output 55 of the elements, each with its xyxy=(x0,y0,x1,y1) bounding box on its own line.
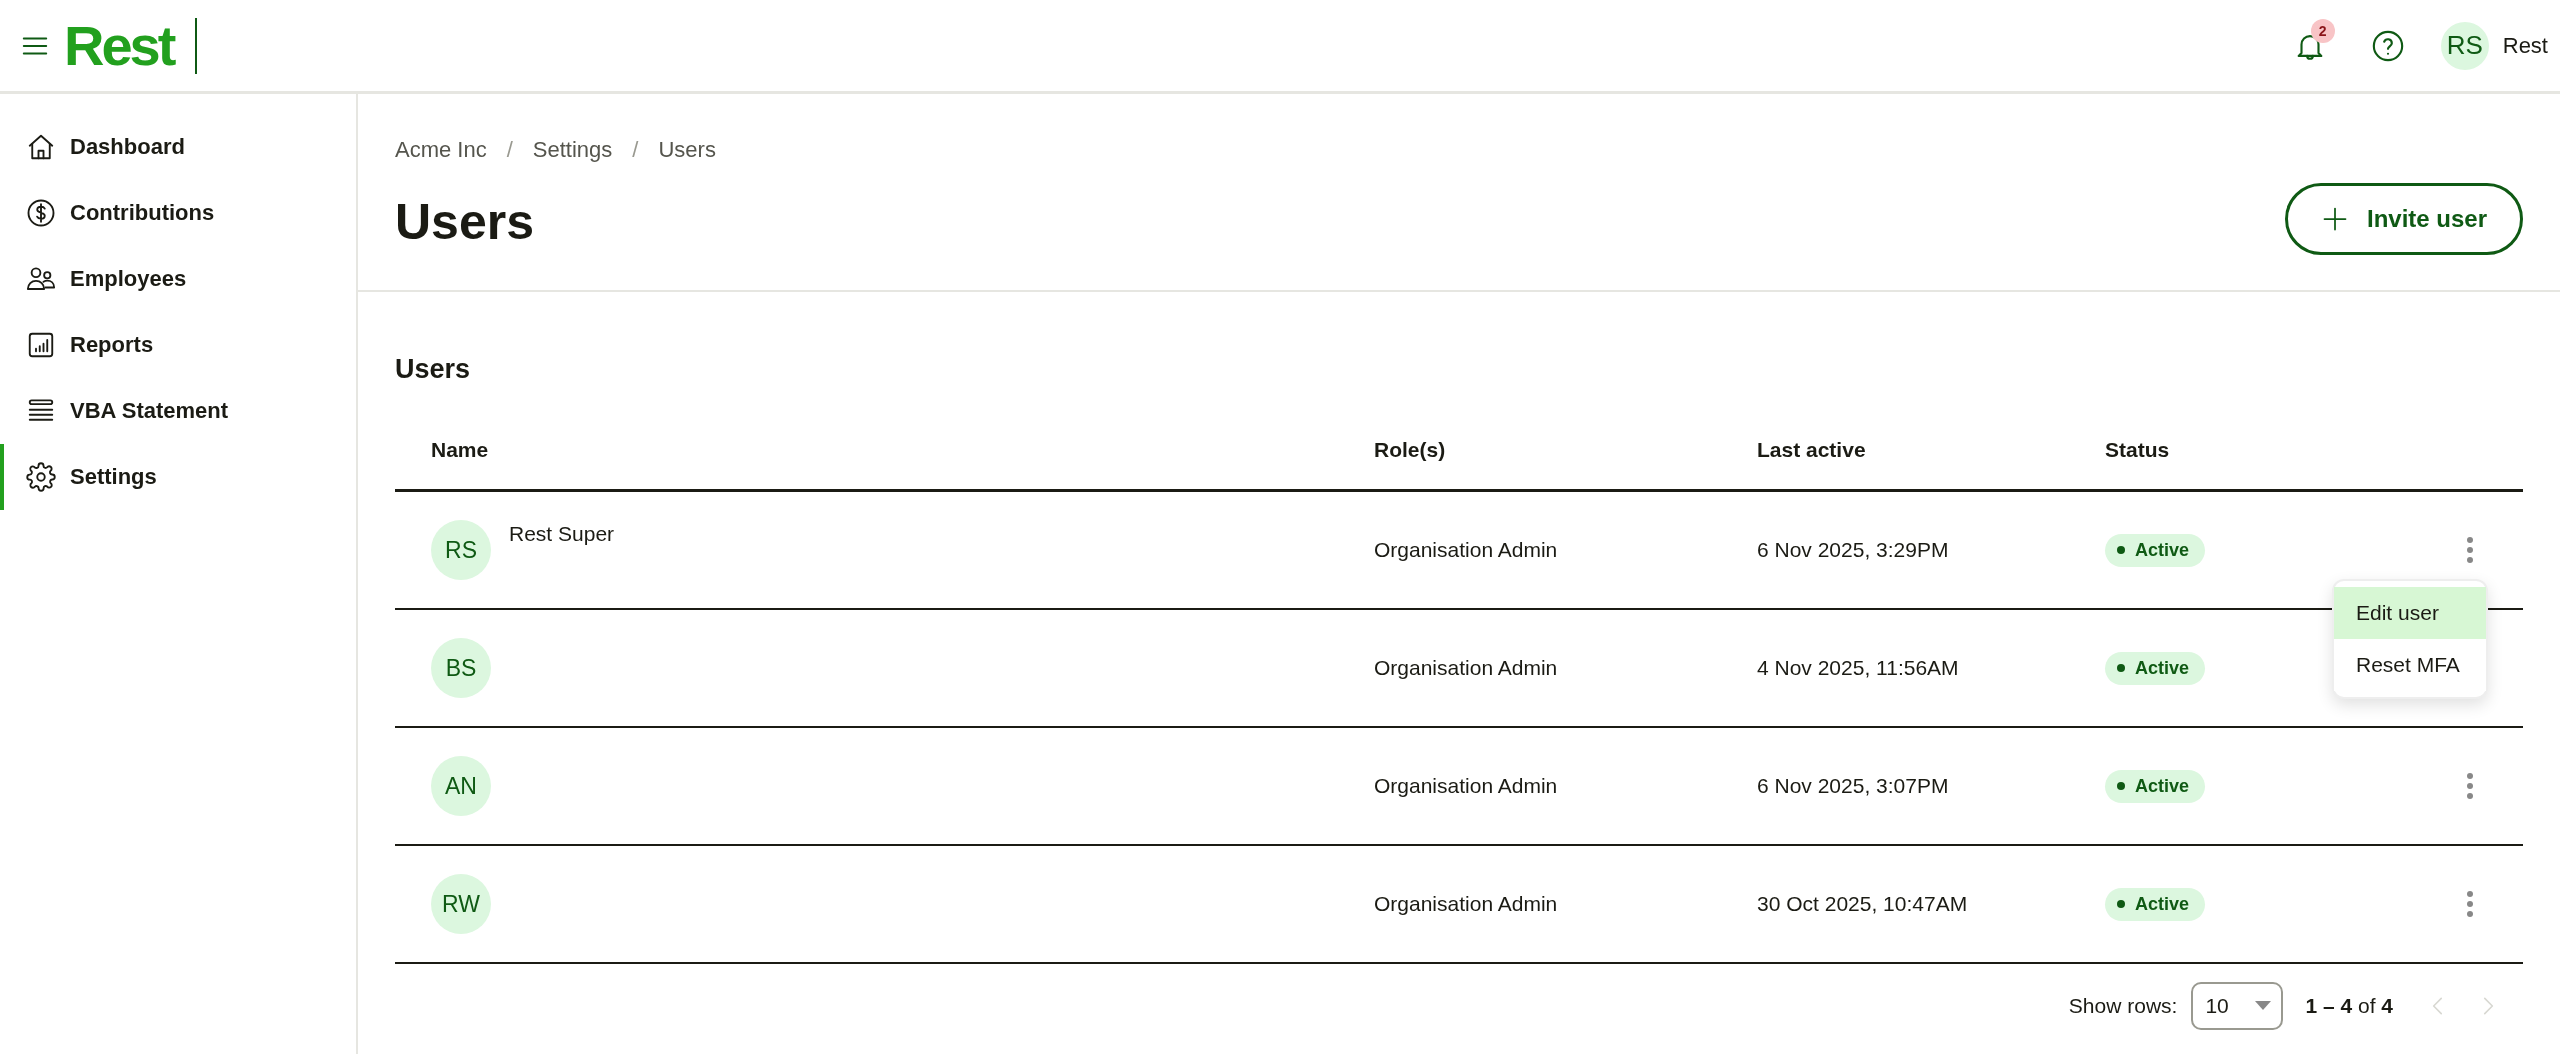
table-cell-text: Organisation Admin xyxy=(1374,538,1559,562)
table-cell-text: Organisation Admin xyxy=(1374,656,1559,680)
page-title: Users xyxy=(395,193,535,251)
table-cell-text: Organisation Admin xyxy=(1374,774,1559,798)
status-badge: Active xyxy=(2105,533,2206,567)
user-name: Rest xyxy=(2502,32,2548,59)
breadcrumb-separator: / xyxy=(632,137,639,163)
table-cell-text: 4 Nov 2025, 11:56AM xyxy=(1757,656,1960,680)
table-cell-text: 30 Oct 2025, 10:47AM xyxy=(1757,892,1969,916)
column-header: Status xyxy=(2105,438,2171,462)
breadcrumb-link[interactable]: Acme Inc xyxy=(395,137,487,163)
help-button[interactable] xyxy=(2370,28,2405,63)
settings-icon xyxy=(26,462,56,492)
menu-item[interactable]: Edit user xyxy=(2334,587,2486,639)
logo: Rest xyxy=(64,17,198,74)
notification-count: 2 xyxy=(2310,18,2335,43)
notifications-button[interactable]: 2 xyxy=(2292,18,2335,63)
nav-item[interactable]: Dashboard xyxy=(0,114,356,180)
column-header: Last active xyxy=(1757,438,1867,462)
table-cell-text: 6 Nov 2025, 3:07PM xyxy=(1757,774,1950,798)
table-cell-text: 6 Nov 2025, 3:29PM xyxy=(1757,538,1950,562)
nav-item[interactable]: Settings xyxy=(0,444,356,510)
column-header: Role(s) xyxy=(1374,438,1447,462)
status-badge: Active xyxy=(2105,651,2206,685)
page-range: 1 – 4 of 4 xyxy=(2305,994,2393,1018)
help-icon xyxy=(2370,28,2405,63)
section-title: Users xyxy=(395,354,472,385)
menu-item[interactable]: Reset MFA xyxy=(2334,639,2486,691)
rows-per-page-select[interactable]: 10 xyxy=(2191,982,2284,1030)
status-badge: Active xyxy=(2105,769,2206,803)
kebab-icon xyxy=(2467,773,2473,799)
nav-item[interactable]: VBA Statement xyxy=(0,378,356,444)
breadcrumb-current: Users xyxy=(658,137,716,163)
user-avatar: RW xyxy=(431,874,491,934)
home-icon xyxy=(26,132,56,162)
user-avatar: RS xyxy=(431,520,491,580)
rows-label: Show rows: xyxy=(2068,994,2178,1018)
dollar-icon xyxy=(26,198,56,228)
user-avatar: AN xyxy=(431,756,491,816)
nav-item[interactable]: Contributions xyxy=(0,180,356,246)
caret-icon xyxy=(2255,1001,2272,1011)
user-avatar[interactable]: RS xyxy=(2440,21,2489,70)
user-avatar: BS xyxy=(431,638,491,698)
nav-item[interactable]: Employees xyxy=(0,246,356,312)
breadcrumb-separator: / xyxy=(506,137,513,163)
user-name: Rest Super xyxy=(509,522,615,546)
kebab-icon xyxy=(2467,537,2473,563)
column-header: Name xyxy=(431,438,490,462)
table-cell-text: Organisation Admin xyxy=(1374,892,1559,916)
nav-item[interactable]: Reports xyxy=(0,312,356,378)
kebab-icon xyxy=(2467,891,2473,917)
chart-icon xyxy=(26,330,56,360)
invite-user-button[interactable]: Invite user xyxy=(2285,183,2523,255)
breadcrumb-link[interactable]: Settings xyxy=(532,137,613,163)
status-badge: Active xyxy=(2105,887,2206,921)
